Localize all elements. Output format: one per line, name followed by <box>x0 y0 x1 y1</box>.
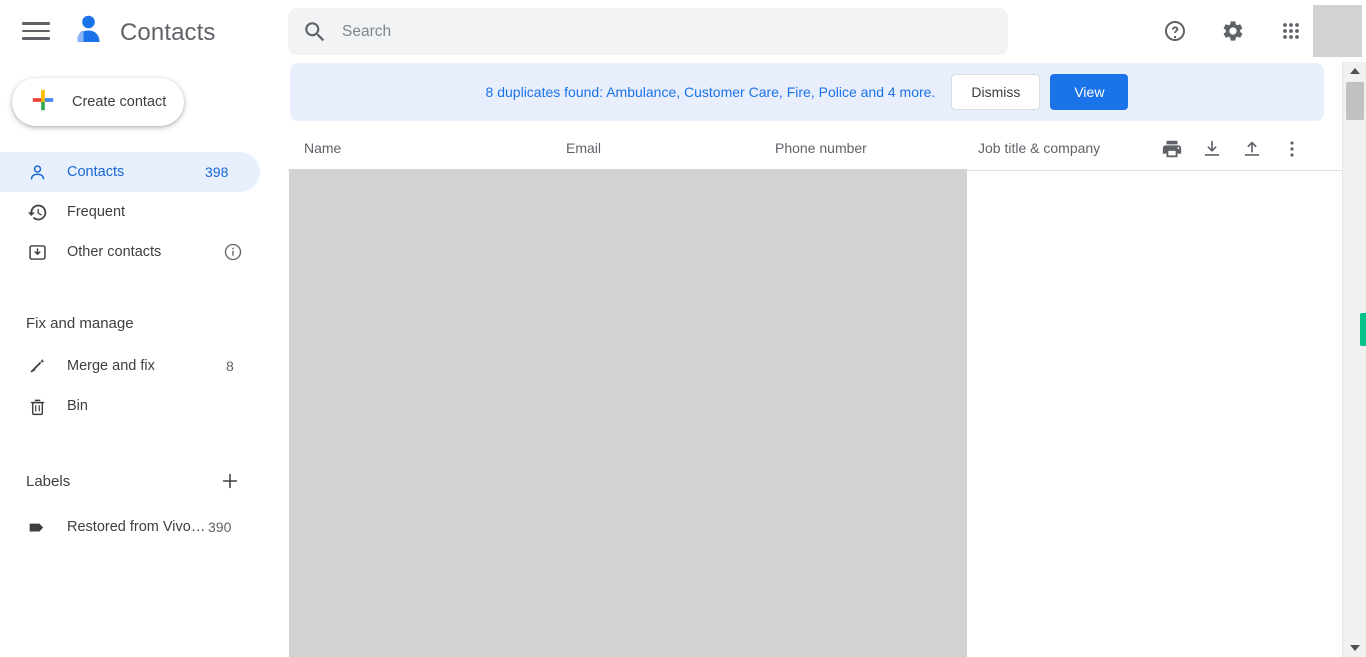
google-apps-grid-icon[interactable] <box>1274 14 1308 48</box>
brand: Contacts <box>68 10 216 55</box>
trash-bin-icon <box>26 395 48 417</box>
label-tag-icon <box>26 516 48 538</box>
archive-box-icon <box>26 241 48 263</box>
settings-gear-icon[interactable] <box>1216 14 1250 48</box>
contacts-logo-icon <box>68 10 108 55</box>
duplicates-banner-message: 8 duplicates found: Ambulance, Customer … <box>485 84 936 100</box>
sidebar-item-contacts-label: Contacts <box>67 164 125 180</box>
sidebar-item-label-count: 390 <box>208 519 232 535</box>
hamburger-menu-icon[interactable] <box>22 16 52 46</box>
print-icon[interactable] <box>1158 135 1186 163</box>
search-icon <box>302 19 328 45</box>
sidebar-nav: Contacts 398 Frequent Other contacts Fix… <box>0 152 288 547</box>
fix-and-manage-section-title: Fix and manage <box>26 315 134 332</box>
scrollbar-find-marker <box>1360 313 1366 346</box>
sidebar-item-merge-and-fix-label: Merge and fix <box>67 358 155 374</box>
sidebar-item-other-contacts[interactable]: Other contacts <box>0 232 288 272</box>
column-header-name[interactable]: Name <box>304 140 341 156</box>
table-actions <box>1158 135 1306 163</box>
sidebar-item-contacts-count: 398 <box>205 164 229 180</box>
top-bar-actions <box>1158 14 1308 48</box>
main-content: 8 duplicates found: Ambulance, Customer … <box>288 62 1342 657</box>
scrollbar-thumb[interactable] <box>1346 82 1364 120</box>
avatar[interactable] <box>1313 5 1362 57</box>
history-clock-icon <box>26 201 48 223</box>
scroll-down-arrow-icon[interactable] <box>1343 639 1366 657</box>
labels-section-header: Labels <box>0 469 288 493</box>
labels-section-title: Labels <box>26 472 71 490</box>
google-plus-multicolor-icon <box>30 87 56 118</box>
create-contact-button[interactable]: Create contact <box>12 78 184 126</box>
column-header-job-title-company[interactable]: Job title & company <box>978 140 1100 156</box>
contacts-table-header: Name Email Phone number Job title & comp… <box>288 132 1342 170</box>
help-icon[interactable] <box>1158 14 1192 48</box>
info-circle-icon[interactable] <box>223 242 243 262</box>
column-header-phone-number[interactable]: Phone number <box>775 140 867 156</box>
top-app-bar: Contacts <box>0 0 1366 62</box>
dismiss-button[interactable]: Dismiss <box>951 74 1041 110</box>
create-contact-label: Create contact <box>72 94 167 110</box>
contacts-list-placeholder <box>289 169 967 657</box>
person-icon <box>26 161 48 183</box>
sidebar: Create contact Contacts 398 Frequent Oth… <box>0 62 288 657</box>
sidebar-item-other-contacts-label: Other contacts <box>67 244 162 260</box>
search-input[interactable] <box>342 22 994 41</box>
contacts-app-window: Contacts Search Create contact Contacts … <box>0 0 1366 657</box>
add-label-plus-icon[interactable] <box>218 469 242 493</box>
sidebar-item-merge-and-fix[interactable]: Merge and fix 8 <box>0 346 288 386</box>
download-icon[interactable] <box>1198 135 1226 163</box>
sidebar-item-contacts[interactable]: Contacts 398 <box>0 152 260 192</box>
upload-icon[interactable] <box>1238 135 1266 163</box>
magic-wand-icon <box>26 355 48 377</box>
page-title: Contacts <box>120 18 216 46</box>
sidebar-item-bin-label: Bin <box>67 398 88 414</box>
sidebar-item-frequent[interactable]: Frequent <box>0 192 288 232</box>
sidebar-item-bin[interactable]: Bin <box>0 386 288 426</box>
sidebar-item-label-restored-from-vivo[interactable]: Restored from Vivo… 390 <box>0 507 288 547</box>
search-bar[interactable] <box>288 8 1008 55</box>
scroll-up-arrow-icon[interactable] <box>1343 62 1366 80</box>
column-header-email[interactable]: Email <box>566 140 601 156</box>
sidebar-item-label-name: Restored from Vivo… <box>67 519 206 535</box>
sidebar-item-merge-and-fix-count: 8 <box>226 358 234 374</box>
sidebar-item-frequent-label: Frequent <box>67 204 126 220</box>
duplicates-banner: 8 duplicates found: Ambulance, Customer … <box>290 63 1324 121</box>
more-options-icon[interactable] <box>1278 135 1306 163</box>
view-button[interactable]: View <box>1050 74 1129 110</box>
vertical-scrollbar[interactable] <box>1342 62 1366 657</box>
